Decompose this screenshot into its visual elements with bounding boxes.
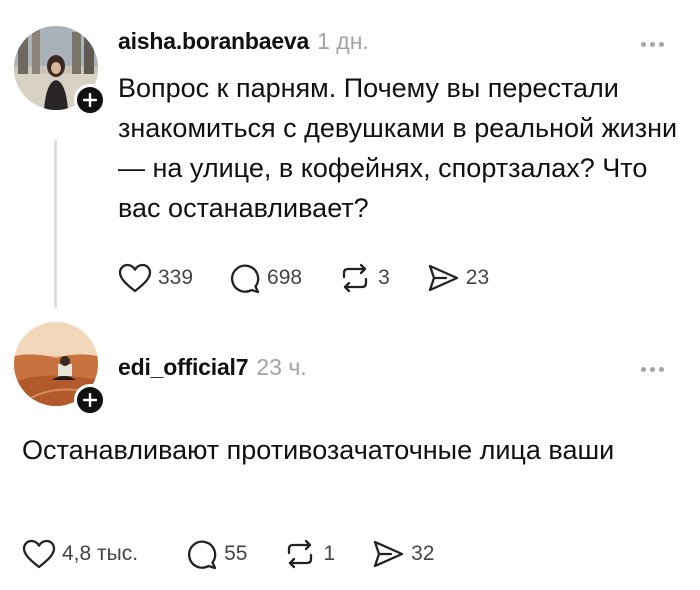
like-count: 4,8 тыс. — [62, 542, 139, 565]
share-count: 23 — [465, 266, 490, 289]
like-count: 339 — [158, 266, 194, 289]
repost-count: 3 — [378, 266, 390, 289]
share-count: 32 — [411, 542, 435, 565]
repost-button[interactable]: 1 — [283, 538, 335, 570]
heart-icon — [118, 263, 152, 293]
post-actions: 4,8 тыс. 55 1 32 — [22, 538, 470, 570]
plus-icon — [83, 93, 97, 107]
username[interactable]: edi_official7 — [118, 354, 249, 381]
repost-icon — [342, 263, 368, 293]
post-header: edi_official7 23 ч. — [118, 354, 307, 381]
follow-button[interactable] — [74, 384, 106, 416]
username[interactable]: aisha.boranbaeva — [118, 28, 309, 55]
like-button[interactable]: 339 — [118, 263, 193, 293]
more-icon[interactable] — [641, 42, 664, 47]
share-icon — [373, 540, 404, 568]
repost-icon — [288, 539, 313, 569]
comment-button[interactable]: 55 — [186, 538, 247, 570]
comment-count: 55 — [224, 542, 248, 565]
comment-icon — [231, 264, 260, 294]
follow-button[interactable] — [74, 84, 106, 116]
timestamp: 1 дн. — [317, 28, 369, 54]
thread-line — [54, 140, 57, 308]
timestamp: 23 ч. — [256, 354, 307, 380]
post-header: aisha.boranbaeva 1 дн. — [118, 28, 369, 55]
heart-icon — [22, 539, 56, 569]
post-actions: 339 698 3 23 — [118, 262, 525, 294]
comment-count: 698 — [267, 266, 303, 289]
comment-button[interactable]: 698 — [229, 262, 302, 294]
post-text: Вопрос к парням. Почему вы перестали зна… — [118, 73, 678, 223]
share-button[interactable]: 32 — [371, 538, 434, 570]
plus-icon — [83, 393, 97, 407]
more-icon[interactable] — [641, 367, 664, 372]
comment-icon — [188, 540, 217, 570]
share-icon — [428, 264, 458, 292]
repost-count: 1 — [323, 542, 336, 565]
share-button[interactable]: 23 — [426, 262, 489, 294]
post-text: Останавливают противозачаточные лица ваш… — [22, 435, 615, 465]
repost-button[interactable]: 3 — [338, 262, 390, 294]
like-button[interactable]: 4,8 тыс. — [22, 539, 138, 569]
